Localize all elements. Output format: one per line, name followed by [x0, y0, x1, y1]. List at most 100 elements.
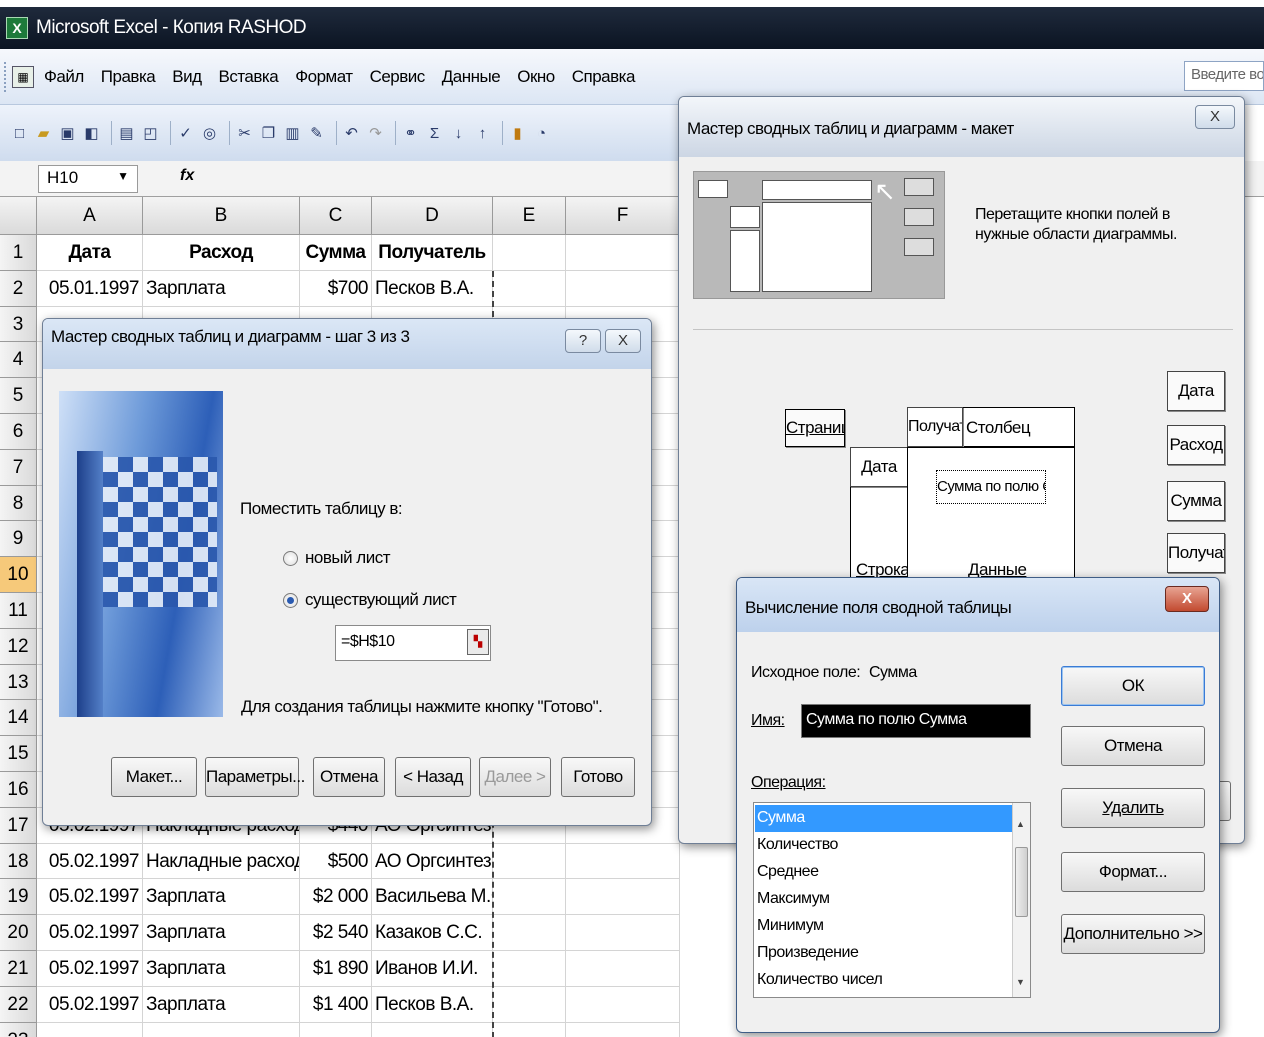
cell-f2[interactable] — [566, 270, 680, 307]
operation-listbox[interactable]: Сумма Количество Среднее Максимум Миниму… — [753, 802, 1031, 998]
cell-f21[interactable] — [566, 951, 680, 987]
permission-icon[interactable]: ◧ — [82, 124, 101, 143]
row-header-21[interactable]: 21 — [0, 951, 37, 987]
data-area[interactable]: Сумма по полю Сумма Данные — [907, 447, 1075, 585]
fx-icon[interactable]: fx — [180, 167, 194, 185]
cell-c1[interactable]: Сумма — [300, 235, 372, 271]
chevron-down-icon[interactable]: ▼ — [117, 169, 129, 183]
help-question-input[interactable]: Введите вопрос — [1184, 61, 1264, 91]
cell-c21[interactable]: $1 890 — [300, 951, 372, 987]
menu-data[interactable]: Данные — [442, 67, 501, 87]
sort-asc-icon[interactable]: ↓ — [449, 124, 468, 143]
cell-c2[interactable]: $700 — [300, 270, 372, 307]
operation-scrollbar[interactable]: ▲ ▼ — [1012, 803, 1030, 997]
cell-d2[interactable]: Песков В.А. — [372, 270, 493, 307]
operation-item[interactable]: Максимум — [755, 886, 1013, 913]
back-button[interactable]: < Назад — [395, 757, 471, 797]
cell-c19[interactable]: $2 000 — [300, 879, 372, 916]
cell-c22[interactable]: $1 400 — [300, 986, 372, 1023]
open-icon[interactable]: ▰ — [34, 124, 53, 143]
row-header-5[interactable]: 5 — [0, 378, 37, 414]
column-field-button[interactable]: Получатель — [907, 407, 963, 447]
row-header-13[interactable]: 13 — [0, 664, 37, 701]
row-header-9[interactable]: 9 — [0, 521, 37, 558]
cell-a23[interactable] — [37, 1022, 143, 1037]
new-icon[interactable]: □ — [10, 124, 29, 143]
row-header-10[interactable]: 10 — [0, 557, 37, 593]
menu-file[interactable]: Файл — [44, 67, 84, 87]
cancel-button[interactable]: Отмена — [1061, 726, 1205, 766]
menu-help[interactable]: Справка — [572, 67, 636, 87]
cell-d1[interactable]: Получатель — [372, 235, 493, 271]
cell-c23[interactable] — [300, 1022, 372, 1037]
menu-view[interactable]: Вид — [172, 67, 202, 87]
row-header-11[interactable]: 11 — [0, 593, 37, 629]
cell-b2[interactable]: Зарплата — [143, 270, 300, 307]
row-header-7[interactable]: 7 — [0, 449, 37, 486]
cell-b20[interactable]: Зарплата — [143, 915, 300, 951]
cell-c20[interactable]: $2 540 — [300, 915, 372, 951]
field-expense-button[interactable]: Расход — [1167, 425, 1225, 465]
scroll-down-icon[interactable]: ▼ — [1016, 977, 1025, 987]
row-area[interactable]: Дата Строка — [850, 447, 910, 585]
new-sheet-label[interactable]: новый лист — [305, 548, 391, 568]
scroll-thumb[interactable] — [1015, 847, 1028, 917]
column-header-f[interactable]: F — [566, 197, 680, 235]
column-area[interactable]: Получатель Столбец — [907, 407, 1075, 447]
cell-b22[interactable]: Зарплата — [143, 986, 300, 1023]
cell-a19[interactable]: 05.02.1997 — [37, 879, 143, 916]
existing-sheet-radio[interactable] — [283, 593, 298, 608]
cell-f23[interactable] — [566, 1022, 680, 1037]
page-area[interactable]: Страница — [785, 409, 845, 447]
row-header-20[interactable]: 20 — [0, 915, 37, 951]
collapse-dialog-icon[interactable]: ▚ — [467, 629, 489, 655]
column-header-e[interactable]: E — [493, 197, 566, 235]
dialog-titlebar[interactable]: Вычисление поля сводной таблицы — [737, 578, 1219, 632]
row-field-button[interactable]: Дата — [850, 447, 908, 487]
row-header-19[interactable]: 19 — [0, 879, 37, 916]
row-header-17[interactable]: 17 — [0, 807, 37, 844]
cell-b21[interactable]: Зарплата — [143, 951, 300, 987]
row-header-2[interactable]: 2 — [0, 270, 37, 307]
cell-f1[interactable] — [566, 235, 680, 271]
format-button[interactable]: Формат... — [1061, 852, 1205, 892]
column-header-b[interactable]: B — [143, 197, 300, 235]
existing-sheet-label[interactable]: существующий лист — [305, 590, 457, 610]
column-header-d[interactable]: D — [372, 197, 493, 235]
row-header-23[interactable]: 23 — [0, 1022, 37, 1037]
delete-button[interactable]: Удалить — [1061, 788, 1205, 828]
research-icon[interactable]: ◎ — [200, 124, 219, 143]
print-preview-icon[interactable]: ◰ — [141, 124, 160, 143]
cell-e18[interactable] — [493, 843, 566, 880]
cell-e1[interactable] — [493, 235, 566, 271]
operation-item[interactable]: Количество — [755, 832, 1013, 859]
cell-a22[interactable]: 05.02.1997 — [37, 986, 143, 1023]
cell-f19[interactable] — [566, 879, 680, 916]
format-painter-icon[interactable]: ✎ — [307, 124, 326, 143]
close-button[interactable]: X — [605, 329, 641, 353]
new-sheet-radio[interactable] — [283, 551, 298, 566]
next-button[interactable]: Далее > — [479, 757, 551, 797]
cell-b19[interactable]: Зарплата — [143, 879, 300, 916]
undo-icon[interactable]: ↶ — [342, 124, 361, 143]
hyperlink-icon[interactable]: ⚭ — [401, 124, 420, 143]
row-header-16[interactable]: 16 — [0, 772, 37, 808]
select-all-corner[interactable] — [0, 197, 37, 235]
cell-a20[interactable]: 05.02.1997 — [37, 915, 143, 951]
cell-b1[interactable]: Расход — [143, 235, 300, 271]
toolbar-grip[interactable] — [4, 61, 12, 92]
help-icon[interactable]: ◔ — [532, 124, 551, 143]
menu-edit[interactable]: Правка — [101, 67, 156, 87]
row-header-14[interactable]: 14 — [0, 700, 37, 737]
column-header-a[interactable]: A — [37, 197, 143, 235]
column-header-c[interactable]: C — [300, 197, 372, 235]
ok-button[interactable]: ОК — [1061, 666, 1205, 706]
cell-a18[interactable]: 05.02.1997 — [37, 843, 143, 880]
cell-a1[interactable]: Дата — [37, 235, 143, 271]
cell-e2[interactable] — [493, 270, 566, 307]
spelling-icon[interactable]: ✓ — [176, 124, 195, 143]
sort-desc-icon[interactable]: ↑ — [473, 124, 492, 143]
menu-format[interactable]: Формат — [295, 67, 353, 87]
cell-b18[interactable]: Накладные расходы — [143, 843, 300, 880]
operation-item[interactable]: Сумма — [755, 805, 1013, 832]
